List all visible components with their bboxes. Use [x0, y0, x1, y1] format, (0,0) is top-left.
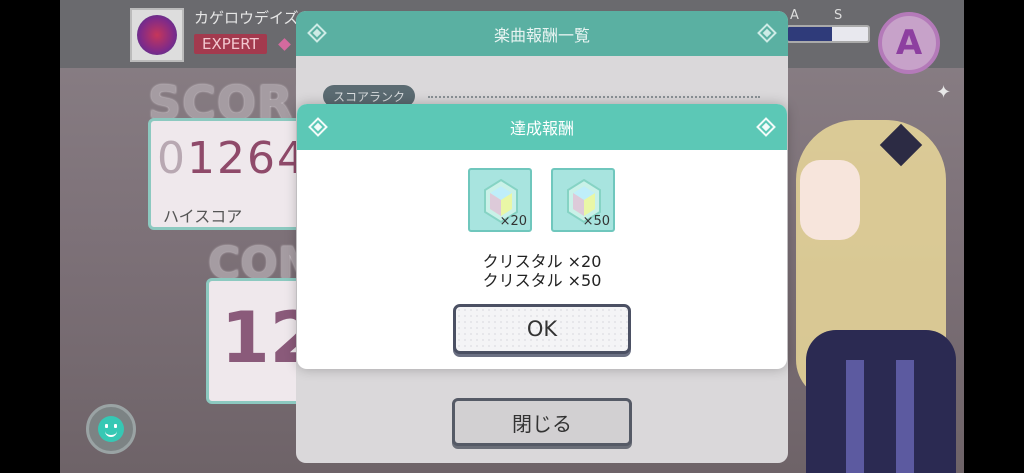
difficulty-badge: EXPERT — [194, 34, 267, 54]
diamond-icon — [757, 23, 777, 43]
diamond-icon — [756, 117, 776, 137]
achievement-reward-dialog: 達成報酬 ×20 ×50 クリスタル ×20 クリスタル ×50 OK — [297, 104, 787, 369]
ok-button[interactable]: OK — [453, 304, 631, 354]
reward-count: ×20 — [499, 214, 527, 229]
divider — [428, 96, 760, 98]
stamp-button[interactable] — [86, 404, 136, 454]
rank-badge: A — [878, 12, 940, 74]
rank-label-s: S — [834, 8, 843, 23]
reward-dialog-title: 達成報酬 — [509, 119, 574, 138]
score-panel: 01264 ハイスコア — [148, 118, 308, 230]
difficulty-diamond-icon — [278, 38, 291, 51]
reward-count: ×50 — [582, 214, 610, 229]
rank-gauge — [786, 25, 870, 43]
reward-line: クリスタル ×50 — [482, 271, 602, 290]
diamond-icon — [308, 117, 328, 137]
reward-dialog-header: 達成報酬 — [297, 104, 787, 150]
rank-label-a: A — [790, 8, 799, 23]
song-jacket — [130, 8, 184, 62]
reward-tile[interactable]: ×50 — [551, 168, 615, 232]
list-dialog-title: 楽曲報酬一覧 — [493, 25, 590, 45]
reward-tile[interactable]: ×20 — [468, 168, 532, 232]
sparkle-icon: ✦ — [936, 82, 952, 103]
diamond-icon — [307, 23, 327, 43]
list-dialog-header: 楽曲報酬一覧 — [296, 11, 788, 56]
smile-icon — [98, 416, 124, 442]
rank-gauge-fill — [788, 27, 832, 41]
song-title: カゲロウデイズ — [194, 9, 299, 27]
close-button[interactable]: 閉じる — [452, 398, 632, 446]
character-illustration — [786, 110, 964, 473]
score-value: 01264 — [157, 133, 307, 184]
combo-panel: 12 — [206, 278, 318, 404]
high-score-label: ハイスコア — [163, 207, 243, 226]
